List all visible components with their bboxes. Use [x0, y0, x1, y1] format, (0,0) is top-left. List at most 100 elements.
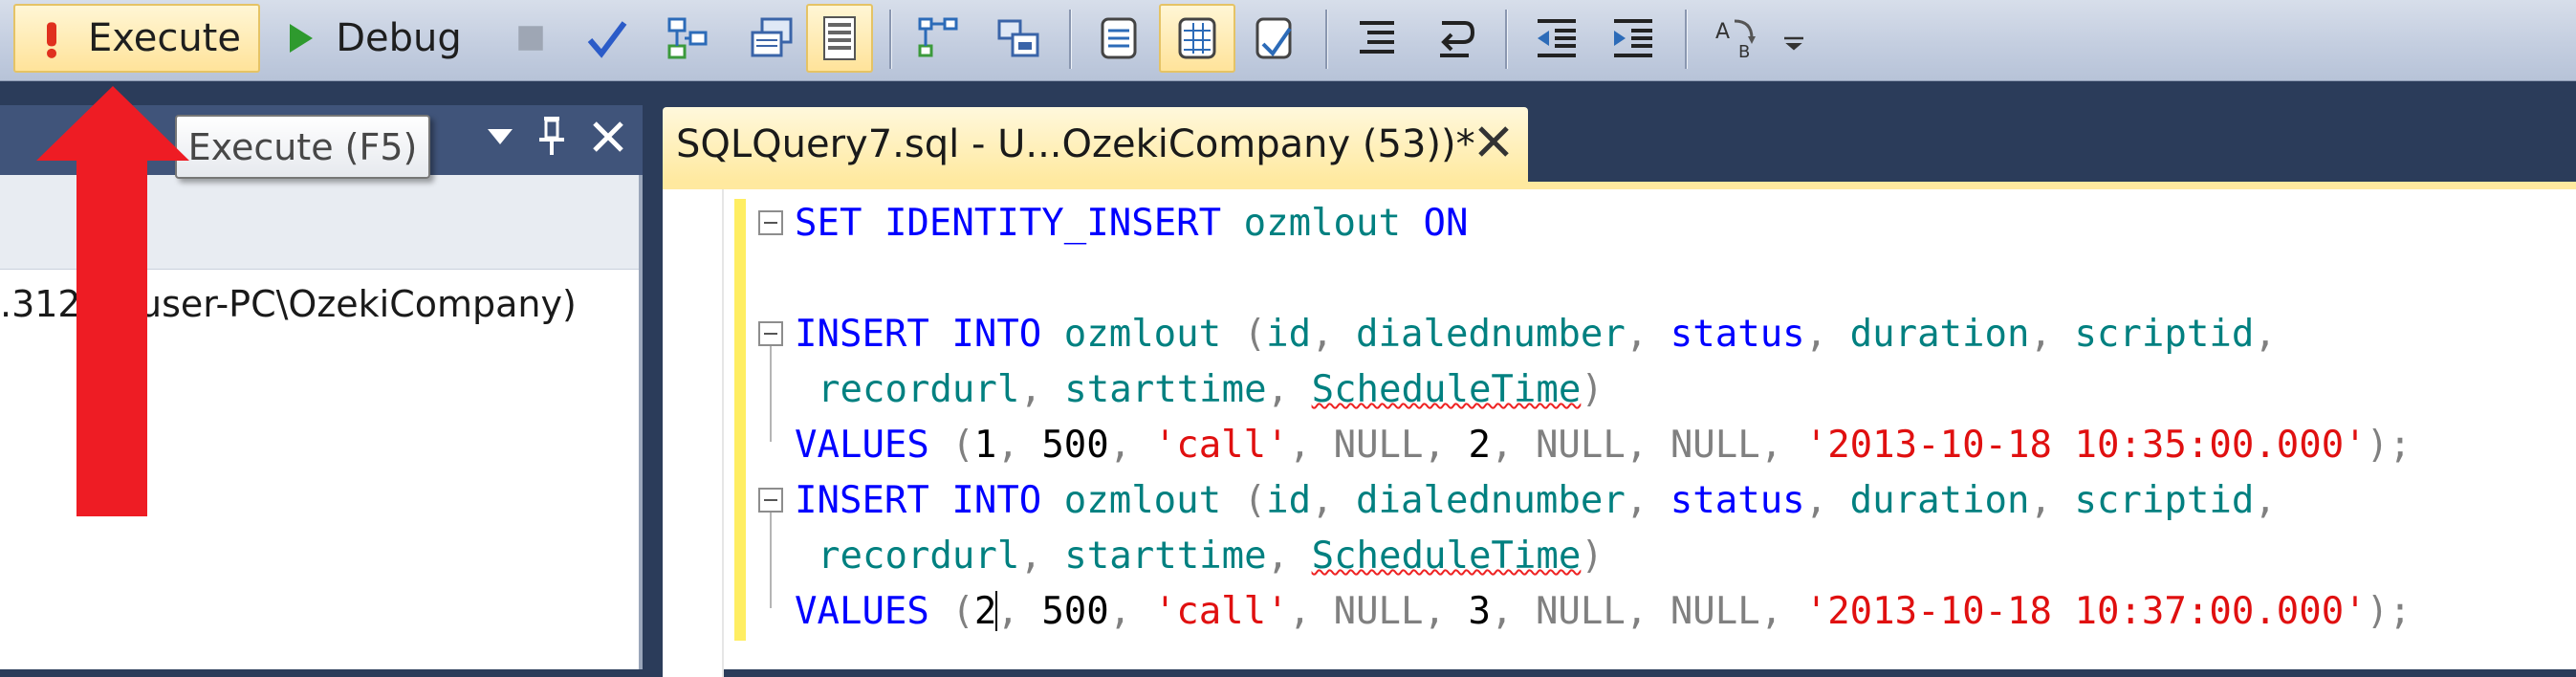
decrease-indent-icon: [1538, 19, 1576, 57]
uncomment-icon: [1440, 21, 1475, 57]
collapse-icon[interactable]: [758, 321, 783, 346]
value: NULL: [1670, 590, 1760, 633]
code-line: recordurl, starttime, ScheduleTime): [818, 535, 1604, 578]
outline-line: [770, 513, 772, 608]
outline-line: [770, 346, 772, 442]
toolbar-separator: [1069, 10, 1072, 69]
collapse-icon[interactable]: [758, 488, 783, 513]
results-grid-icon: [823, 16, 856, 60]
value: 2: [1468, 424, 1491, 467]
comment-icon: [1360, 21, 1394, 54]
tab-title: SQLQuery7.sql - U...OzekiCompany (53))*: [676, 122, 1475, 166]
value: 500: [1041, 590, 1109, 633]
column: starttime: [1064, 535, 1267, 578]
keyword: IDENTITY_INSERT: [884, 202, 1222, 245]
results-to-text-button[interactable]: [1088, 4, 1151, 73]
value: 1: [973, 424, 997, 467]
value: 2: [973, 590, 997, 633]
results-to-text-icon: [1101, 17, 1137, 59]
keyword: SET: [795, 202, 862, 245]
increase-indent-button[interactable]: [1599, 4, 1668, 73]
code-line: recordurl, starttime, ScheduleTime): [818, 368, 1604, 411]
svg-text:B: B: [1738, 42, 1750, 61]
identifier: ozmlout: [1063, 313, 1222, 356]
svg-text:A: A: [1715, 20, 1730, 44]
include-plan-icon: [918, 17, 958, 57]
paren: ): [1581, 368, 1604, 411]
column: status: [1670, 479, 1805, 522]
specify-template-values-button[interactable]: A B: [1702, 4, 1771, 73]
stop-icon: [518, 26, 543, 51]
execute-tooltip: Execute (F5): [175, 115, 430, 179]
close-icon[interactable]: [591, 120, 625, 154]
execute-button[interactable]: Execute: [13, 4, 260, 73]
code-line: VALUES (1, 500, 'call', NULL, 2, NULL, N…: [795, 424, 2412, 467]
paren: ): [1581, 535, 1604, 578]
pin-icon[interactable]: [537, 115, 566, 157]
chevron-down-icon[interactable]: [486, 121, 514, 150]
code-line: INSERT INTO ozmlout (id, dialednumber, s…: [795, 313, 2277, 356]
query-options-icon: [751, 17, 793, 57]
client-statistics-button[interactable]: [985, 4, 1052, 73]
column: starttime: [1064, 368, 1267, 411]
query-designer-button[interactable]: [741, 4, 802, 73]
uncomment-button[interactable]: [1419, 4, 1488, 73]
column: id: [1266, 479, 1312, 522]
keyword: VALUES: [795, 590, 929, 633]
column: scriptid: [2074, 313, 2255, 356]
check-icon: [587, 21, 627, 58]
debug-button[interactable]: Debug: [277, 4, 469, 73]
column: ScheduleTime: [1311, 368, 1582, 411]
tab-sqlquery7[interactable]: SQLQuery7.sql - U...OzekiCompany (53))*: [663, 107, 1528, 182]
code-line: VALUES (2, 500, 'call', NULL, 3, NULL, N…: [795, 590, 2412, 633]
keyword: VALUES: [795, 424, 929, 467]
column: id: [1266, 313, 1312, 356]
display-plan-button[interactable]: [658, 4, 719, 73]
include-plan-button[interactable]: [908, 4, 970, 73]
play-icon: [290, 24, 314, 53]
value: NULL: [1670, 424, 1760, 467]
comment-button[interactable]: [1343, 4, 1411, 73]
toolbar-separator: [889, 10, 892, 69]
toolbar-separator: [1685, 10, 1688, 69]
column: recordurl: [818, 368, 1020, 411]
close-tab-icon[interactable]: [1473, 120, 1515, 163]
decrease-indent-button[interactable]: [1522, 4, 1591, 73]
toolbar-separator: [1325, 10, 1328, 69]
code-line: INSERT INTO ozmlout (id, dialednumber, s…: [795, 479, 2277, 522]
toolbar-overflow-button[interactable]: [1777, 4, 1811, 73]
code-line: SET IDENTITY_INSERT ozmlout ON: [795, 196, 1468, 251]
display-plan-icon: [667, 17, 708, 59]
value: 'call': [1153, 424, 1289, 467]
parse-button[interactable]: [579, 4, 636, 73]
column: duration: [1849, 479, 2030, 522]
results-to-file-icon: [1255, 17, 1292, 59]
value: '2013-10-18 10:37:00.000': [1804, 590, 2367, 633]
keyword: INSERT INTO: [795, 313, 1042, 356]
column: recordurl: [818, 535, 1020, 578]
keyword: ON: [1423, 202, 1469, 245]
specify-values-icon: A B: [1715, 19, 1756, 61]
client-stats-icon: [997, 19, 1039, 57]
cancel-query-button[interactable]: [507, 4, 555, 73]
value: NULL: [1333, 424, 1424, 467]
results-to-grid-icon: [1178, 17, 1216, 59]
execute-label: Execute: [88, 16, 241, 60]
collapse-icon[interactable]: [758, 210, 783, 235]
red-arrow-annotation: [36, 86, 189, 516]
results-to-file-button[interactable]: [1243, 4, 1306, 73]
column: duration: [1849, 313, 2030, 356]
results-to-grid-button[interactable]: [1159, 4, 1235, 73]
paren: (: [1243, 313, 1267, 356]
value: 'call': [1153, 590, 1289, 633]
value: '2013-10-18 10:35:00.000': [1804, 424, 2367, 467]
query-editor[interactable]: SET IDENTITY_INSERT ozmlout ON INSERT IN…: [663, 182, 2576, 677]
value: NULL: [1535, 424, 1626, 467]
value: NULL: [1535, 590, 1626, 633]
toolbar-separator: [1505, 10, 1508, 69]
overflow-icon: [1784, 36, 1803, 51]
change-tracking-bar: [734, 199, 746, 641]
column: status: [1670, 313, 1805, 356]
exclamation-icon: [47, 22, 57, 58]
results-grid-toggle[interactable]: [806, 4, 873, 73]
